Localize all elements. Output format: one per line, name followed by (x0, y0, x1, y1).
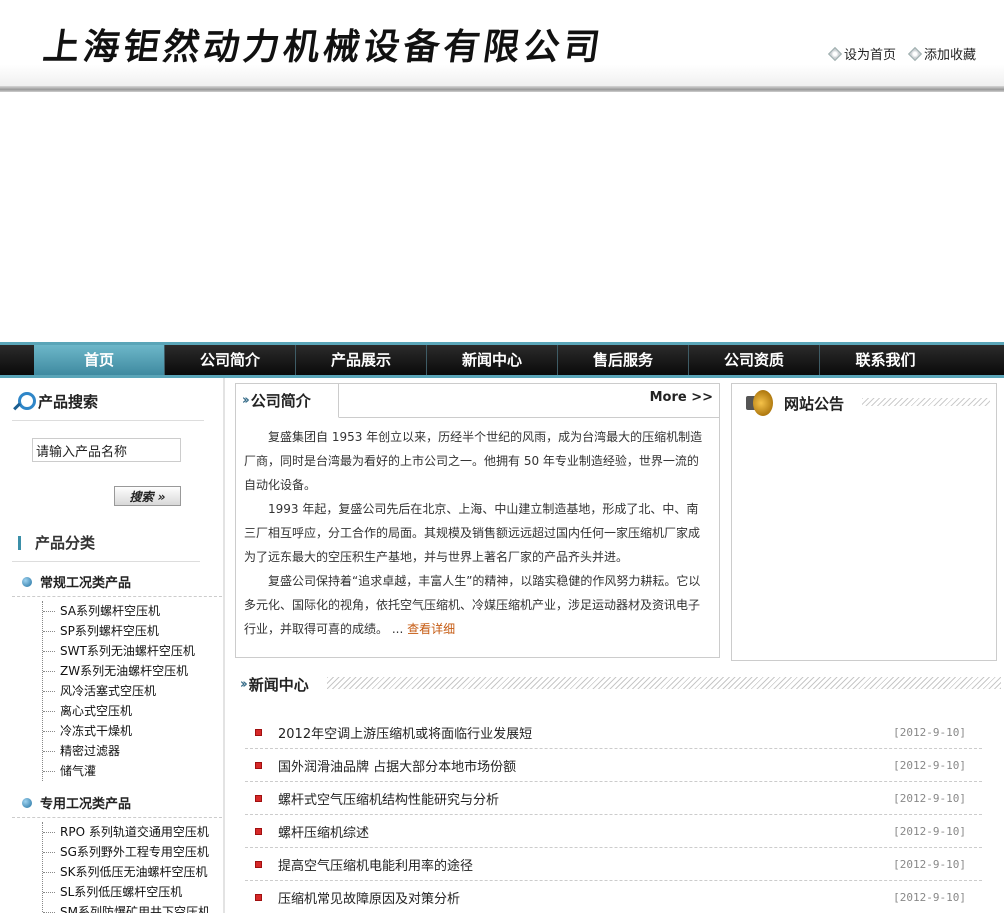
banner-area (0, 92, 1004, 342)
list-item[interactable]: 提高空气压缩机电能利用率的途径 [2012-9-10] (245, 848, 982, 881)
product-category-label: 产品分类 (35, 534, 96, 552)
decorative-stripe (862, 398, 990, 406)
news-title: 2012年空调上游压缩机或将面临行业发展短 (278, 726, 533, 742)
company-intro-tab: ›› 公司简介 (236, 384, 339, 418)
news-date: [2012-9-10] (893, 758, 966, 772)
nav-item-news[interactable]: 新闻中心 (427, 345, 558, 375)
product-search-input[interactable] (32, 438, 181, 462)
product-search-label: 产品搜索 (38, 392, 99, 411)
news-date: [2012-9-10] (893, 791, 966, 805)
intro-paragraph: 1993 年起，复盛公司先后在北京、上海、中山建立制造基地，形成了北、中、南三厂… (244, 502, 701, 564)
nav-item-about[interactable]: 公司简介 (165, 345, 296, 375)
nav-item-home[interactable]: 首页 (34, 345, 165, 375)
intro-paragraph: 复盛集团自 1953 年创立以来，历经半个世纪的风雨，成为台湾最大的压缩机制造厂… (244, 430, 703, 492)
company-intro-title: 公司简介 (250, 392, 311, 410)
divider (12, 817, 222, 818)
sidebar: 产品搜索 搜索 » 产品分类 常规工况类产品 SA系列螺杆空压机 SP系列螺杆空… (0, 378, 225, 913)
special-product-list: RPO 系列轨道交通用空压机 SG系列野外工程专用空压机 SK系列低压无油螺杆空… (42, 822, 210, 913)
group-title-label: 常规工况类产品 (40, 576, 132, 591)
list-item[interactable]: SP系列螺杆空压机 (43, 621, 195, 641)
site-notice-header: 网站公告 (744, 390, 844, 416)
news-title: 国外润滑油品牌 占据大部分本地市场份额 (278, 759, 517, 775)
nav-item-service[interactable]: 售后服务 (558, 345, 689, 375)
list-item[interactable]: 螺杆压缩机综述 [2012-9-10] (245, 815, 982, 848)
general-product-list: SA系列螺杆空压机 SP系列螺杆空压机 SWT系列无油螺杆空压机 ZW系列无油螺… (42, 601, 195, 781)
list-item[interactable]: 储气灌 (43, 761, 195, 781)
list-item[interactable]: 压缩机常见故障原因及对策分析 [2012-9-10] (245, 881, 982, 913)
top-links: 设为首页 添加收藏 (827, 44, 976, 63)
list-item[interactable]: SWT系列无油螺杆空压机 (43, 641, 195, 661)
divider (12, 420, 204, 421)
list-item[interactable]: SM系列防爆矿用井下空压机 (43, 902, 210, 913)
set-home-link[interactable]: 设为首页 (827, 44, 896, 63)
nav-item-products[interactable]: 产品展示 (296, 345, 427, 375)
list-item[interactable]: 离心式空压机 (43, 701, 195, 721)
news-title: 压缩机常见故障原因及对策分析 (278, 891, 461, 907)
news-date: [2012-9-10] (893, 824, 966, 838)
list-item[interactable]: 风冷活塞式空压机 (43, 681, 195, 701)
group-title-label: 专用工况类产品 (40, 797, 132, 812)
list-item[interactable]: 冷冻式干燥机 (43, 721, 195, 741)
search-button[interactable]: 搜索 » (114, 486, 181, 506)
news-center-title: 新闻中心 (248, 676, 309, 694)
list-item[interactable]: RPO 系列轨道交通用空压机 (43, 822, 210, 842)
list-item[interactable]: SA系列螺杆空压机 (43, 601, 195, 621)
news-title: 提高空气压缩机电能利用率的途径 (278, 858, 474, 874)
news-date: [2012-9-10] (893, 890, 966, 904)
list-item[interactable]: 精密过滤器 (43, 741, 195, 761)
bullet-ball-icon (22, 576, 32, 587)
list-item[interactable]: 国外润滑油品牌 占据大部分本地市场份额 [2012-9-10] (245, 749, 982, 782)
category-bar-icon (18, 535, 21, 550)
list-item[interactable]: SL系列低压螺杆空压机 (43, 882, 210, 902)
divider (12, 596, 222, 597)
nav-item-contact[interactable]: 联系我们 (820, 345, 951, 375)
company-intro-text: 复盛集团自 1953 年创立以来，历经半个世纪的风雨，成为台湾最大的压缩机制造厂… (244, 425, 709, 641)
double-arrow-icon: ›› (240, 677, 248, 692)
company-intro-panel: ›› 公司简介 More >> 复盛集团自 1953 年创立以来，历经半个世纪的… (235, 383, 720, 658)
news-title: 螺杆压缩机综述 (278, 825, 370, 841)
set-home-label: 设为首页 (843, 48, 896, 63)
news-date: [2012-9-10] (893, 725, 966, 739)
list-item[interactable]: SG系列野外工程专用空压机 (43, 842, 210, 862)
more-link[interactable]: More >> (650, 390, 713, 405)
add-favorite-link[interactable]: 添加收藏 (907, 44, 976, 63)
list-item[interactable]: 螺杆式空气压缩机结构性能研究与分析 [2012-9-10] (245, 782, 982, 815)
intro-paragraph: 复盛公司保持着“追求卓越，丰富人生”的精神，以踏实稳健的作风努力耕耘。它以多元化… (244, 569, 709, 641)
bullet-ball-icon (22, 797, 32, 808)
list-item[interactable]: 2012年空调上游压缩机或将面临行业发展短 [2012-9-10] (245, 716, 982, 749)
double-arrow-icon: ›› (242, 393, 250, 408)
site-header: 上海钜然动力机械设备有限公司 设为首页 添加收藏 (0, 0, 1004, 92)
megaphone-icon (744, 390, 776, 416)
news-center-header: ›› 新闻中心 (240, 674, 309, 695)
product-category-title: 产品分类 (18, 532, 95, 553)
site-notice-panel: 网站公告 (731, 383, 997, 661)
divider (339, 417, 720, 418)
search-icon (12, 390, 36, 412)
divider (12, 561, 200, 562)
list-item[interactable]: SK系列低压无油螺杆空压机 (43, 862, 210, 882)
news-list: 2012年空调上游压缩机或将面临行业发展短 [2012-9-10] 国外润滑油品… (245, 716, 982, 913)
nav-item-qualification[interactable]: 公司资质 (689, 345, 820, 375)
main-nav: 首页 公司简介 产品展示 新闻中心 售后服务 公司资质 联系我们 (0, 342, 1004, 378)
site-notice-title: 网站公告 (784, 394, 845, 413)
group-title-special[interactable]: 专用工况类产品 (22, 793, 131, 812)
home-icon (827, 46, 843, 61)
group-title-general[interactable]: 常规工况类产品 (22, 572, 131, 591)
news-title: 螺杆式空气压缩机结构性能研究与分析 (278, 792, 500, 808)
product-search-title: 产品搜索 (12, 390, 98, 412)
company-logo[interactable]: 上海钜然动力机械设备有限公司 (40, 18, 607, 70)
add-favorite-label: 添加收藏 (923, 48, 976, 63)
intro-paragraph-text: 复盛公司保持着“追求卓越，丰富人生”的精神，以踏实稳健的作风努力耕耘。它以多元化… (244, 574, 701, 636)
decorative-stripe (327, 677, 1001, 689)
news-date: [2012-9-10] (893, 857, 966, 871)
list-item[interactable]: ZW系列无油螺杆空压机 (43, 661, 195, 681)
favorite-icon (907, 46, 923, 61)
view-detail-link[interactable]: 查看详细 (407, 622, 455, 636)
